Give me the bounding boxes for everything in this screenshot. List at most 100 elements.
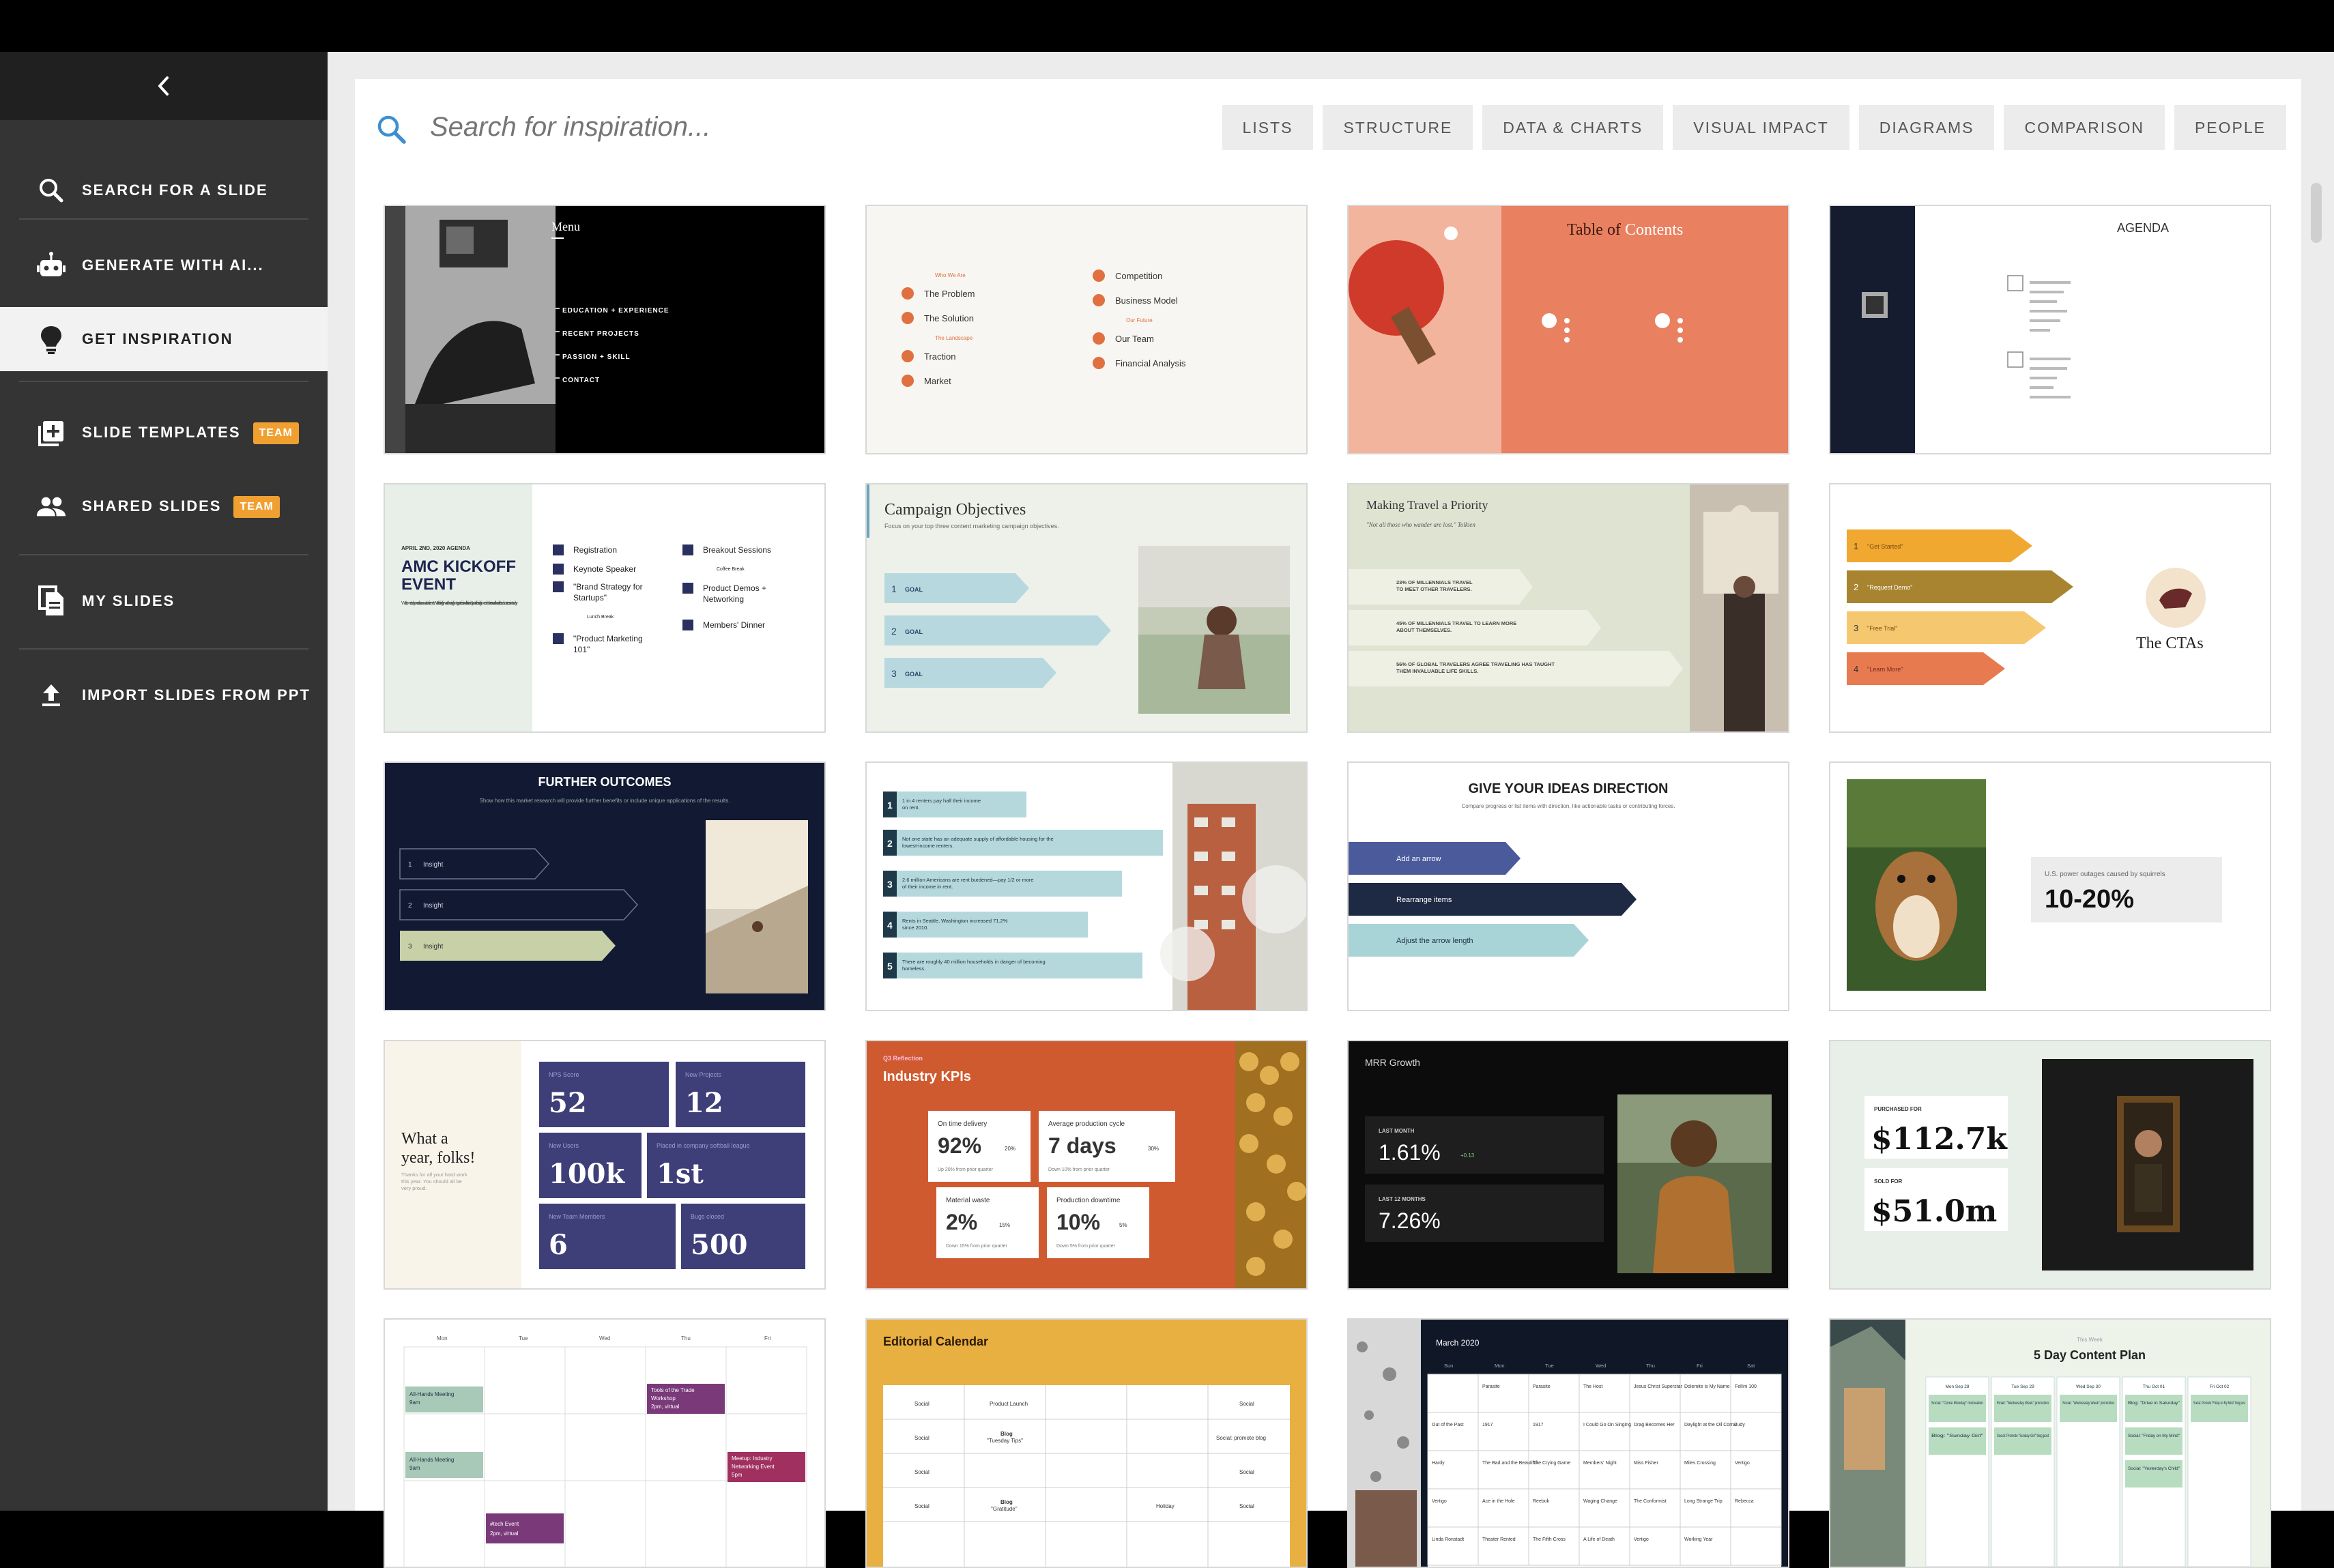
slide-card-further-outcomes[interactable]: FURTHER OUTCOMES Show how this market re… bbox=[384, 761, 826, 1011]
svg-text:4: 4 bbox=[1854, 664, 1858, 674]
slide-card-year-review[interactable]: What a year, folks! Thanks for all your … bbox=[384, 1040, 826, 1290]
slide-card-calendar[interactable]: Mon Tue Wed Thu Fri All-Hands Meeting 9a… bbox=[384, 1318, 826, 1568]
slide-card-editorial-calendar[interactable]: Editorial Calendar Social Product Launch… bbox=[865, 1318, 1308, 1568]
slide-text: Product Demos + bbox=[703, 583, 766, 593]
sidebar-item-get-inspiration[interactable]: GET INSPIRATION bbox=[0, 307, 328, 371]
calendar-entry: Hardy bbox=[1432, 1461, 1445, 1466]
search-input[interactable] bbox=[430, 105, 1317, 149]
plan-item-text: Social: "Come Monday" motivation bbox=[1931, 1401, 1983, 1406]
kpi-label: Production downtime bbox=[1056, 1197, 1121, 1204]
filter-data-charts[interactable]: DATA & CHARTS bbox=[1482, 105, 1664, 150]
plan-item-text: Blog: "Drive in Saturday" bbox=[2128, 1401, 2180, 1406]
slide-card-squirrel-stat[interactable]: U.S. power outages caused by squirrels 1… bbox=[1829, 761, 2271, 1011]
slide-text: lowest-income renters. bbox=[902, 843, 953, 849]
filter-visual-impact[interactable]: VISUAL IMPACT bbox=[1673, 105, 1849, 150]
slide-text: EDUCATION + EXPERIENCE bbox=[562, 307, 669, 315]
slide-card-ctas[interactable]: 1 "Get Started" 2 "Request Demo" 3 "Free Tr… bbox=[1829, 483, 2271, 733]
stat-value: 52 bbox=[549, 1087, 587, 1119]
filter-comparison[interactable]: COMPARISON bbox=[2004, 105, 2165, 150]
calendar-entry: Working Year bbox=[1684, 1537, 1713, 1542]
slide-card-industry-kpis[interactable]: Q3 Reflection Industry KPIs On time deli… bbox=[865, 1040, 1308, 1290]
stat-value: 12 bbox=[685, 1087, 723, 1119]
mrr-delta: +0.13 bbox=[1460, 1152, 1475, 1159]
sidebar-item-label: IMPORT SLIDES FROM PPT bbox=[82, 686, 311, 703]
sidebar-item-slide-templates[interactable]: SLIDE TEMPLATES TEAM bbox=[0, 401, 328, 465]
calendar-entry: Drag Becomes Her bbox=[1634, 1423, 1675, 1427]
slide-title: Table of bbox=[1567, 221, 1621, 239]
calendar-event: All-Hands Meeting bbox=[409, 1391, 454, 1397]
kpi-delta: 20% bbox=[1005, 1146, 1015, 1152]
stat-label: New Team Members bbox=[549, 1213, 605, 1220]
scrollbar[interactable] bbox=[2311, 183, 2322, 243]
slide-card-menu[interactable]: Menu EDUCATION + EXPERIENCE RECENT PROJE… bbox=[384, 205, 826, 454]
plan-item bbox=[1929, 1395, 1986, 1422]
filter-structure[interactable]: STRUCTURE bbox=[1323, 105, 1473, 150]
slide-title: Menu bbox=[551, 220, 580, 233]
slide-text: Insight bbox=[423, 943, 444, 950]
filter-diagrams[interactable]: DIAGRAMS bbox=[1858, 105, 1995, 150]
calendar-entry: I Could Go On Singing bbox=[1583, 1423, 1631, 1427]
mrr-label: LAST MONTH bbox=[1379, 1128, 1415, 1134]
slide-card-campaign-objectives[interactable]: Campaign Objectives Focus on your top th… bbox=[865, 483, 1308, 733]
calendar-entry: Miles Crossing bbox=[1684, 1461, 1716, 1466]
calendar-entry: Social bbox=[1239, 1503, 1254, 1509]
calendar-entry: Dolemite is My Name bbox=[1684, 1384, 1730, 1389]
slide-text: Traction bbox=[924, 351, 955, 362]
calendar-day: Thu bbox=[681, 1335, 691, 1341]
calendar-entry: Social: promote blog bbox=[1216, 1435, 1266, 1441]
calendar-entry: Rebecca bbox=[1735, 1499, 1754, 1504]
stat-value: 500 bbox=[691, 1229, 748, 1261]
slide-text: There are roughly 40 million households … bbox=[902, 959, 1046, 965]
slide-text: Rents in Seattle, Washington increased 7… bbox=[902, 918, 1008, 924]
slide-card-mrr-growth[interactable]: MRR Growth LAST MONTH 1.61% +0.13 LAST 1… bbox=[1347, 1040, 1789, 1290]
stat-value: 1st bbox=[657, 1158, 704, 1190]
slide-text: The Problem bbox=[924, 289, 975, 299]
upload-icon bbox=[35, 680, 67, 711]
sidebar-item-label: GENERATE WITH AI... bbox=[82, 257, 264, 274]
kpi-note: Down 10% from prior quarter bbox=[1048, 1167, 1110, 1172]
main-content: LISTS STRUCTURE DATA & CHARTS VISUAL IMP… bbox=[328, 52, 2334, 1568]
sidebar-item-label: SEARCH FOR A SLIDE bbox=[82, 182, 268, 199]
collapse-sidebar-button[interactable] bbox=[0, 52, 328, 120]
slide-card-content-plan[interactable]: This Week 5 Day Content Plan Mon Sep 28 S… bbox=[1829, 1318, 2271, 1568]
sidebar-item-label: SHARED SLIDES bbox=[82, 497, 222, 514]
sale-value: $112.7k bbox=[1871, 1122, 2008, 1157]
slide-card-purchased-sold[interactable]: PURCHASED FOR SOLD FOR $112.7k $51.0m bbox=[1829, 1040, 2271, 1290]
people-icon bbox=[35, 491, 67, 523]
slide-card-kickoff-event[interactable]: APRIL 2ND, 2020 AGENDA AMC KICKOFF EVENT… bbox=[384, 483, 826, 733]
slide-text: "Get Started" bbox=[1867, 543, 1903, 550]
sidebar-item-search[interactable]: SEARCH FOR A SLIDE bbox=[0, 158, 328, 222]
calendar-entry: The Fifth Cross bbox=[1533, 1537, 1566, 1542]
kpi-label: On time delivery bbox=[938, 1120, 987, 1128]
slide-card-agenda[interactable]: AGENDA bbox=[1829, 205, 2271, 454]
slide-title: Campaign Objectives bbox=[884, 501, 1026, 519]
kpi-note: Up 20% from prior quarter bbox=[938, 1167, 994, 1172]
slide-card-table-of-contents[interactable]: Table of Contents bbox=[1347, 205, 1789, 454]
calendar-event: 2pm, virtual bbox=[490, 1530, 519, 1537]
slide-card-agenda-list[interactable]: Who We Are The Problem The Solution The … bbox=[865, 205, 1308, 454]
sale-label: SOLD FOR bbox=[1874, 1178, 1903, 1185]
sidebar-item-shared-slides[interactable]: SHARED SLIDES TEAM bbox=[0, 475, 328, 539]
slide-text: Add an arrow bbox=[1396, 855, 1441, 863]
slide-text: "Product Marketing bbox=[573, 634, 643, 643]
svg-text:3: 3 bbox=[887, 879, 893, 890]
slide-text: U.S. power outages caused by squirrels bbox=[2045, 871, 2165, 878]
slide-card-renters[interactable]: 1 2 3 4 5 1 in 4 renters pay half their inco… bbox=[865, 761, 1308, 1011]
slide-card-making-travel[interactable]: Making Travel a Priority "Not all those … bbox=[1347, 483, 1789, 733]
calendar-entry: Social bbox=[914, 1469, 930, 1475]
filter-people[interactable]: PEOPLE bbox=[2174, 105, 2286, 150]
slide-card-ideas-direction[interactable]: GIVE YOUR IDEAS DIRECTION Compare progre… bbox=[1347, 761, 1789, 1011]
sidebar-item-my-slides[interactable]: MY SLIDES bbox=[0, 569, 328, 633]
svg-text:2: 2 bbox=[408, 902, 412, 910]
slide-title: March 2020 bbox=[1436, 1338, 1480, 1348]
calendar-entry: Long Strange Trip bbox=[1684, 1499, 1723, 1504]
slide-card-march-2020[interactable]: March 2020 Sun Mon Tue Wed Thu Fri Sat Parasit… bbox=[1347, 1318, 1789, 1568]
sidebar-item-import-ppt[interactable]: IMPORT SLIDES FROM PPT bbox=[0, 663, 328, 727]
plan-item-text: Social: Promote "Sunday Girl" blog post bbox=[1997, 1434, 2049, 1438]
plan-item bbox=[2125, 1395, 2182, 1422]
filter-lists[interactable]: LISTS bbox=[1222, 105, 1314, 150]
slide-text: Q3 Reflection bbox=[883, 1055, 923, 1062]
sidebar-item-generate-ai[interactable]: GENERATE WITH AI... bbox=[0, 233, 328, 297]
sidebar-item-label: SLIDE TEMPLATES bbox=[82, 423, 241, 441]
calendar-entry: Waging Change bbox=[1583, 1499, 1617, 1504]
